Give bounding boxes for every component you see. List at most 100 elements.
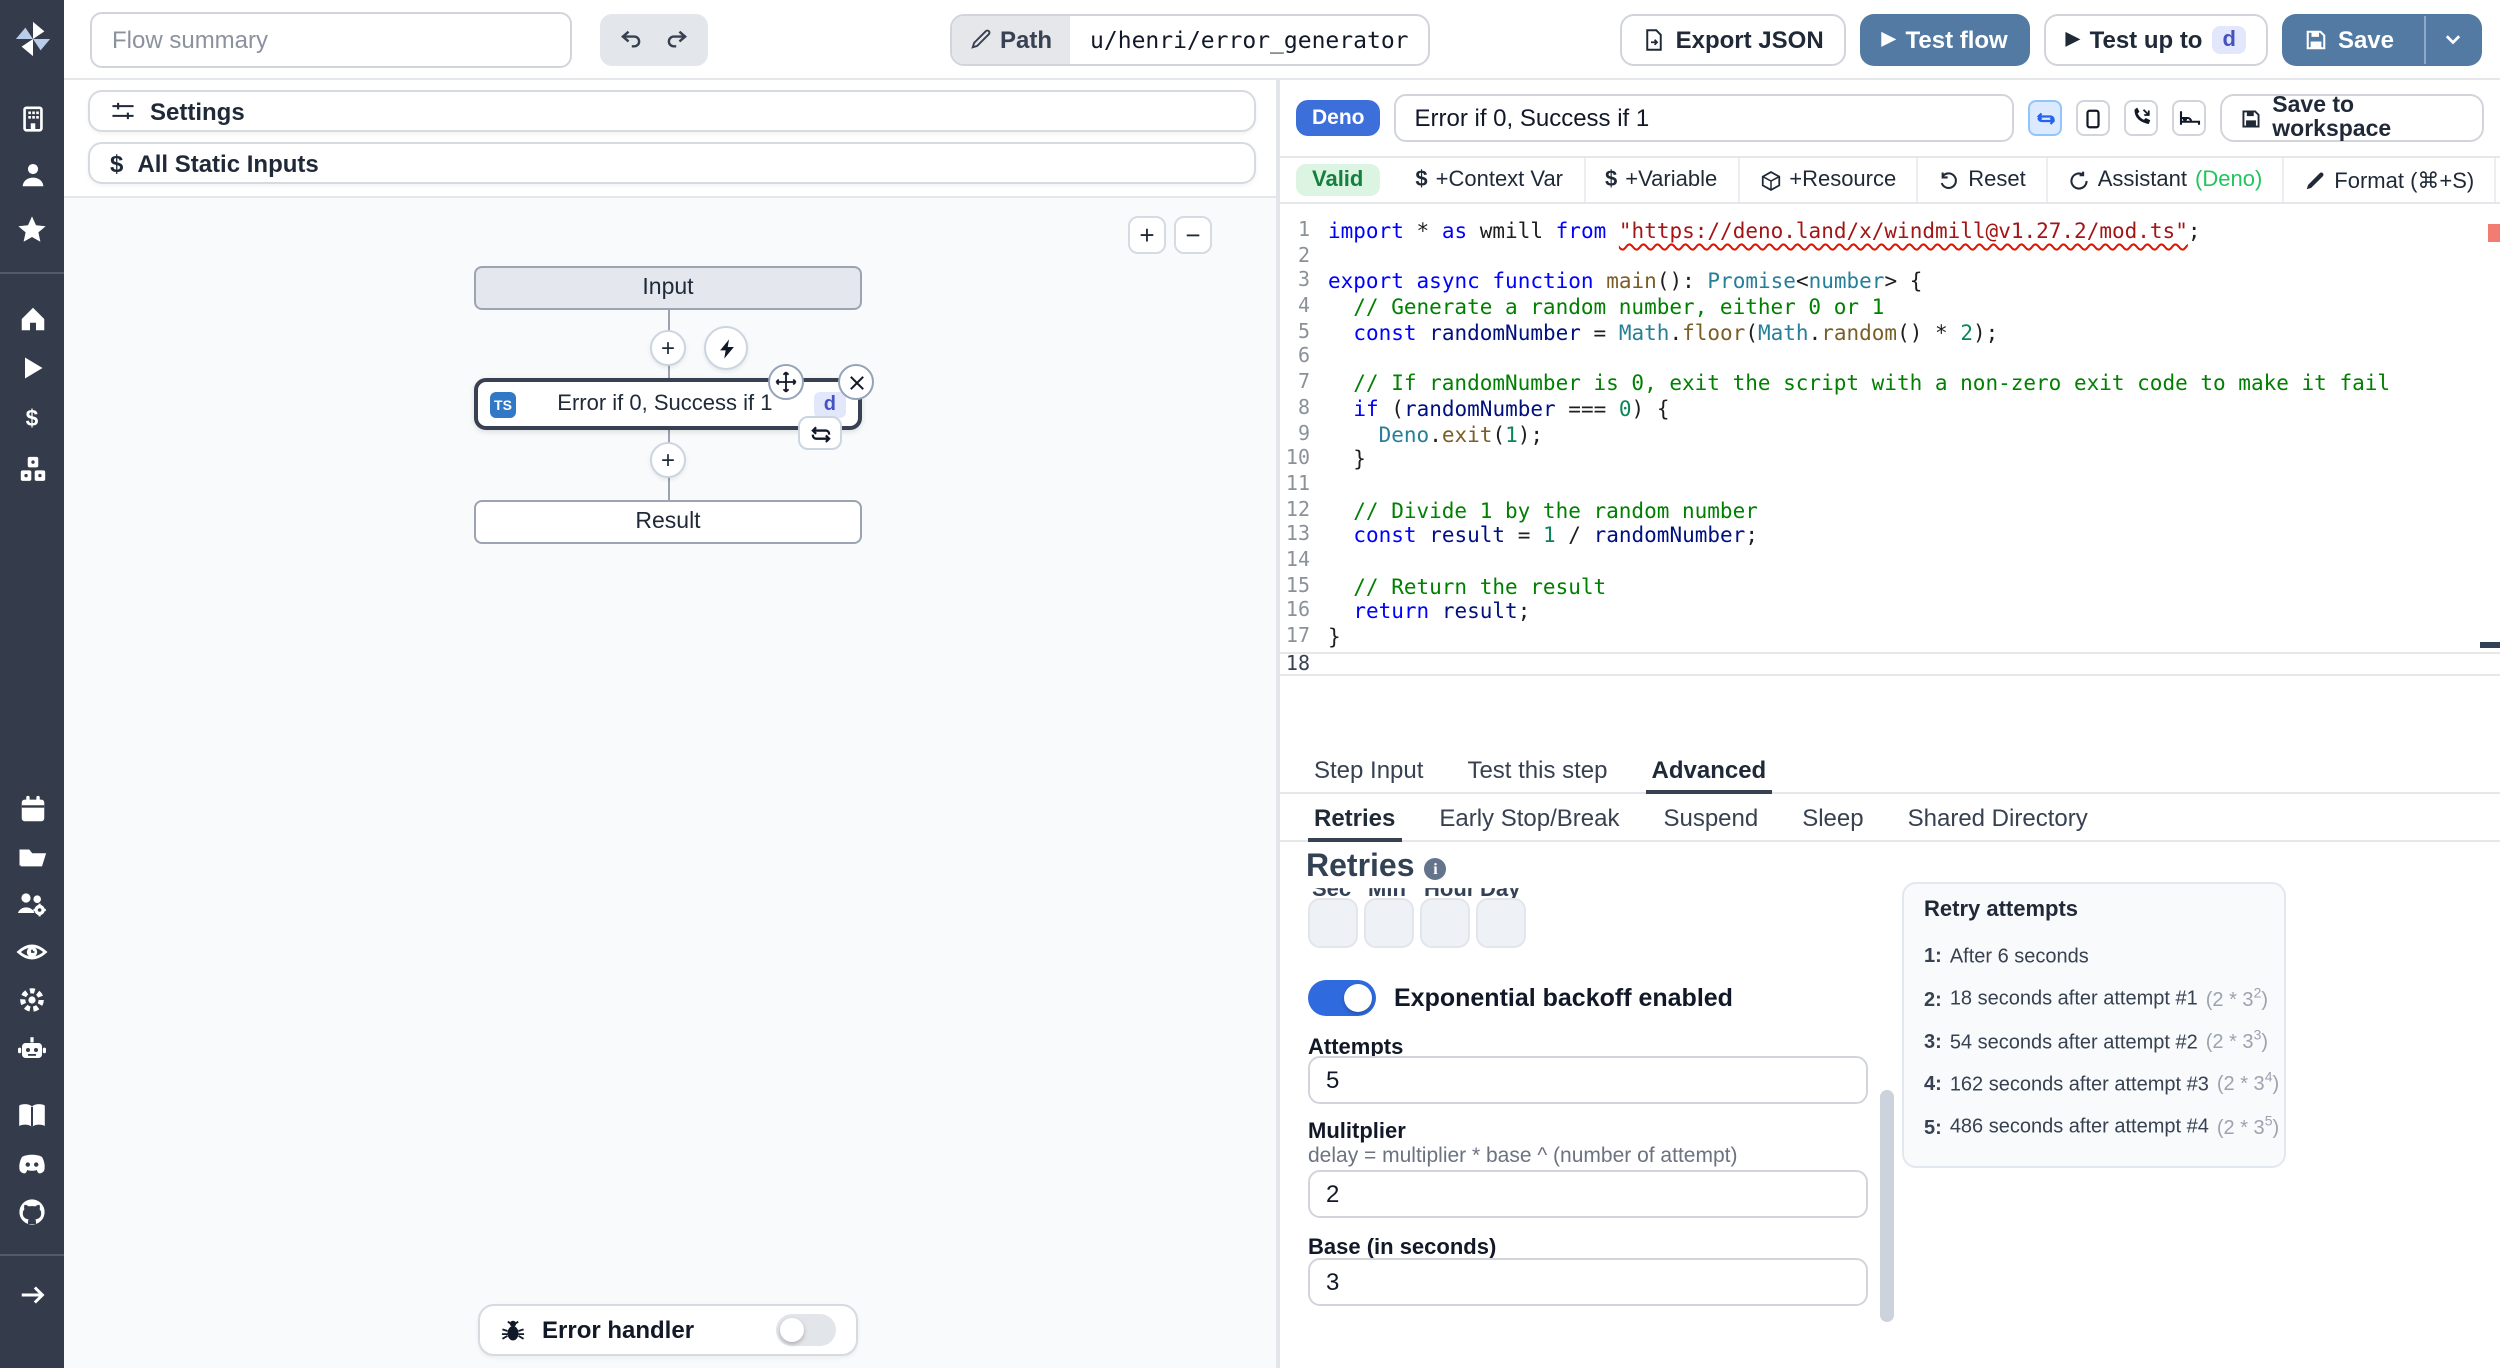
user-icon[interactable] (10, 152, 54, 196)
save-to-workspace-button[interactable]: Save to workspace (2220, 94, 2484, 142)
schedules-calendar-icon[interactable] (10, 786, 54, 830)
subtab-suspend[interactable]: Suspend (1641, 794, 1780, 840)
runs-play-icon[interactable] (10, 346, 54, 390)
attempts-input[interactable] (1308, 1056, 1868, 1104)
add-context-var-button[interactable]: $ +Context Var (1395, 158, 1586, 202)
exponential-backoff-toggle[interactable] (1308, 980, 1376, 1016)
home-icon[interactable] (10, 296, 54, 340)
path-field[interactable]: Path u/henri/error_generator (950, 13, 1431, 65)
code-lines[interactable]: 1 import * as wmill from "https://deno.la… (1280, 220, 2500, 677)
export-file-icon (1642, 27, 1666, 51)
path-value[interactable]: u/henri/error_generator (1070, 15, 1428, 63)
reset-button[interactable]: Reset (1918, 158, 2048, 202)
format-button[interactable]: Format (⌘+S) (2284, 158, 2497, 202)
sec-input[interactable] (1308, 898, 1358, 948)
base-label: Base (in seconds) (1308, 1236, 1497, 1260)
error-marker (2488, 224, 2500, 242)
flow-node-input[interactable]: Input (474, 266, 862, 310)
test-flow-button[interactable]: ▶ Test flow (1859, 13, 2030, 65)
info-icon[interactable]: i (1424, 857, 1447, 879)
retry-repeat-icon[interactable] (798, 416, 842, 450)
zoom-in-button[interactable]: + (1128, 216, 1166, 254)
multiplier-input[interactable] (1308, 1170, 1868, 1218)
subtab-shared-directory[interactable]: Shared Directory (1886, 794, 2110, 840)
export-json-button[interactable]: Export JSON (1619, 13, 1846, 65)
tab-test-this-step[interactable]: Test this step (1445, 746, 1629, 792)
flow-settings-button[interactable]: Settings (88, 90, 1256, 132)
github-icon[interactable] (10, 1190, 54, 1234)
flow-node-step-selected[interactable]: TS Error if 0, Success if 1 d (474, 364, 874, 450)
hour-input[interactable] (1420, 898, 1470, 948)
cursor-marker (2480, 642, 2500, 648)
suspend-phone-icon[interactable] (2124, 100, 2159, 136)
assistant-button[interactable]: Assistant (Deno) (2048, 158, 2285, 202)
delete-node-icon[interactable] (838, 364, 874, 400)
path-label: Path (952, 15, 1071, 63)
subtab-sleep[interactable]: Sleep (1780, 794, 1885, 840)
resources-cubes-icon[interactable] (10, 446, 54, 490)
expand-sidebar-arrow-icon[interactable] (10, 1272, 54, 1316)
workers-robot-icon[interactable] (10, 1026, 54, 1070)
day-input[interactable] (1476, 898, 1526, 948)
favorites-star-icon[interactable] (10, 208, 54, 252)
error-handler-toggle[interactable] (776, 1314, 836, 1346)
flow-node-result[interactable]: Result (474, 500, 862, 544)
sleep-bed-icon[interactable] (2172, 100, 2207, 136)
base-input[interactable] (1308, 1258, 1868, 1306)
zoom-out-button[interactable]: − (1174, 216, 1212, 254)
add-step-button[interactable]: + (650, 442, 686, 478)
retries-indicator-icon[interactable] (2028, 100, 2063, 136)
tab-advanced[interactable]: Advanced (1630, 746, 1789, 794)
cube-icon (1759, 169, 1781, 191)
workspace-building-icon[interactable] (10, 96, 54, 140)
app-window: $ Flow summary Path u/henri/error_genera… (0, 0, 2500, 1368)
subtab-early-stop[interactable]: Early Stop/Break (1417, 794, 1641, 840)
retry-attempt-row: 5: 486 seconds after attempt #4 (2 * 35) (1924, 1114, 2280, 1140)
save-dropdown-button[interactable] (2424, 15, 2480, 63)
early-stop-icon[interactable] (2076, 100, 2111, 136)
tab-step-input[interactable]: Step Input (1292, 746, 1445, 792)
error-handler-row[interactable]: Error handler (478, 1304, 858, 1356)
explore-hub-button[interactable]: Explore other s (2496, 158, 2500, 202)
sidebar-divider (0, 1254, 64, 1256)
groups-users-icon[interactable] (10, 882, 54, 926)
flow-graph-canvas[interactable]: + − Input + TS Error if 0, Success if 1 … (64, 196, 1276, 1368)
flow-summary-input[interactable] (90, 11, 572, 67)
settings-gear-icon[interactable] (10, 978, 54, 1022)
error-handler-label: Error handler (542, 1316, 695, 1344)
docs-book-icon[interactable] (10, 1094, 54, 1138)
add-variable-button[interactable]: $ +Variable (1585, 158, 1740, 202)
code-editor[interactable]: 1 import * as wmill from "https://deno.la… (1280, 204, 2500, 746)
variables-dollar-icon[interactable]: $ (10, 396, 54, 440)
redo-icon[interactable] (663, 26, 689, 52)
play-icon: ▶ (1881, 28, 1896, 48)
backoff-label: Exponential backoff enabled (1394, 984, 1733, 1012)
multiplier-help: delay = multiplier * base ^ (number of a… (1308, 1144, 1738, 1168)
subtab-retries[interactable]: Retries (1292, 794, 1417, 842)
save-button[interactable]: Save (2284, 15, 2414, 63)
svg-text:$: $ (26, 405, 39, 431)
undo-icon[interactable] (619, 26, 645, 52)
add-resource-button[interactable]: +Resource (1739, 158, 1919, 202)
retry-attempt-row: 3: 54 seconds after attempt #2 (2 * 33) (1924, 1029, 2269, 1054)
dollar-icon: $ (110, 149, 124, 177)
step-node-title: Error if 0, Success if 1 (557, 392, 773, 416)
test-up-to-button[interactable]: ▶ Test up to d (2043, 13, 2268, 65)
discord-icon[interactable] (10, 1142, 54, 1186)
folders-icon[interactable] (10, 834, 54, 878)
audit-logs-eye-icon[interactable] (10, 930, 54, 974)
move-node-icon[interactable] (768, 364, 804, 400)
all-static-inputs-button[interactable]: $ All Static Inputs (88, 142, 1256, 184)
add-step-button[interactable]: + (650, 330, 686, 366)
windmill-logo-icon[interactable] (13, 8, 51, 68)
step-tabs: Step Input Test this step Advanced (1280, 746, 2500, 794)
step-title-input[interactable] (1394, 94, 2015, 142)
trigger-bolt-icon[interactable] (704, 326, 748, 370)
form-scrollbar[interactable] (1880, 1090, 1894, 1322)
flow-panel: Settings $ All Static Inputs + − Input + (64, 80, 1280, 1368)
min-input[interactable] (1364, 898, 1414, 948)
play-icon: ▶ (2065, 28, 2080, 48)
step-editor-header: Deno Save to (1280, 90, 2500, 146)
sidebar-divider (0, 272, 64, 274)
step-id-badge: d (813, 391, 846, 417)
